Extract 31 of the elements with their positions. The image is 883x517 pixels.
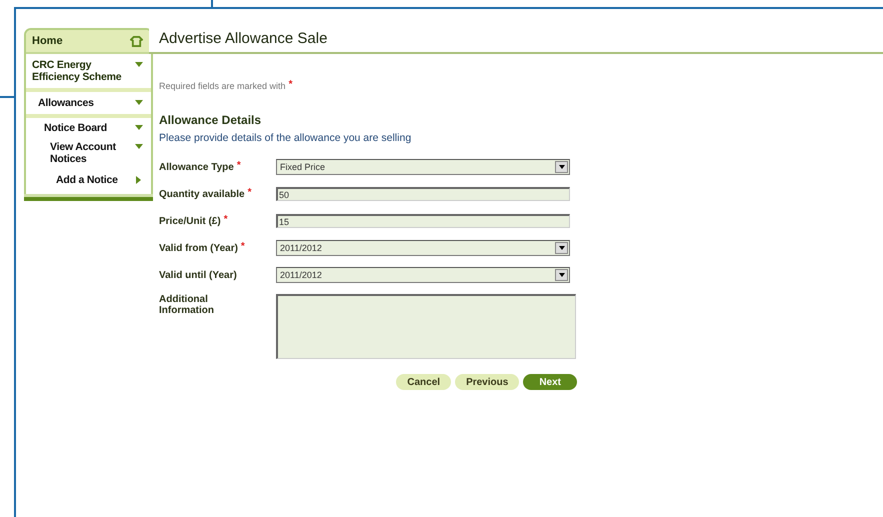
primary-button[interactable]: Next: [523, 374, 577, 390]
section-title: Allowance Details: [159, 113, 262, 127]
field-label: Additional Information: [159, 294, 215, 316]
required-mark: *: [240, 242, 245, 254]
required-mark: *: [236, 162, 241, 172]
menu-item[interactable]: View Account Notices: [26, 138, 151, 168]
instruction-text: Please provide details of the allowance you are selling: [159, 132, 412, 144]
field-label: Valid from (Year): [159, 242, 238, 254]
field-label: Quantity available: [159, 188, 245, 200]
text-area[interactable]: [276, 294, 576, 359]
dropdown[interactable]: 2011/2012: [276, 240, 570, 256]
menu-item[interactable]: Notice Board: [26, 118, 151, 138]
home-link[interactable]: Home: [26, 30, 151, 54]
field-label: Allowance Type: [159, 162, 234, 172]
secondary-button[interactable]: Cancel: [396, 374, 452, 390]
menu-item[interactable]: CRC Energy Efficiency Scheme: [26, 54, 151, 88]
field-label: Price/Unit (£): [159, 216, 221, 226]
dropdown[interactable]: 2011/2012: [276, 267, 570, 283]
house-icon: [130, 36, 143, 46]
required-mark: *: [288, 81, 292, 91]
secondary-button[interactable]: Previous: [455, 374, 520, 390]
required-mark: *: [224, 216, 228, 226]
required-note: Required fields are marked with: [159, 81, 286, 91]
dropdown[interactable]: Fixed Price: [276, 159, 570, 175]
menu-item[interactable]: Add a Notice: [26, 168, 151, 194]
input-field[interactable]: 50: [276, 187, 570, 201]
input-field[interactable]: 15: [276, 214, 570, 228]
required-mark: *: [248, 188, 252, 200]
field-label: Valid until (Year): [159, 270, 237, 280]
page-title: Advertise Allowance Sale: [159, 29, 328, 49]
menu-item[interactable]: Allowances: [26, 92, 151, 114]
